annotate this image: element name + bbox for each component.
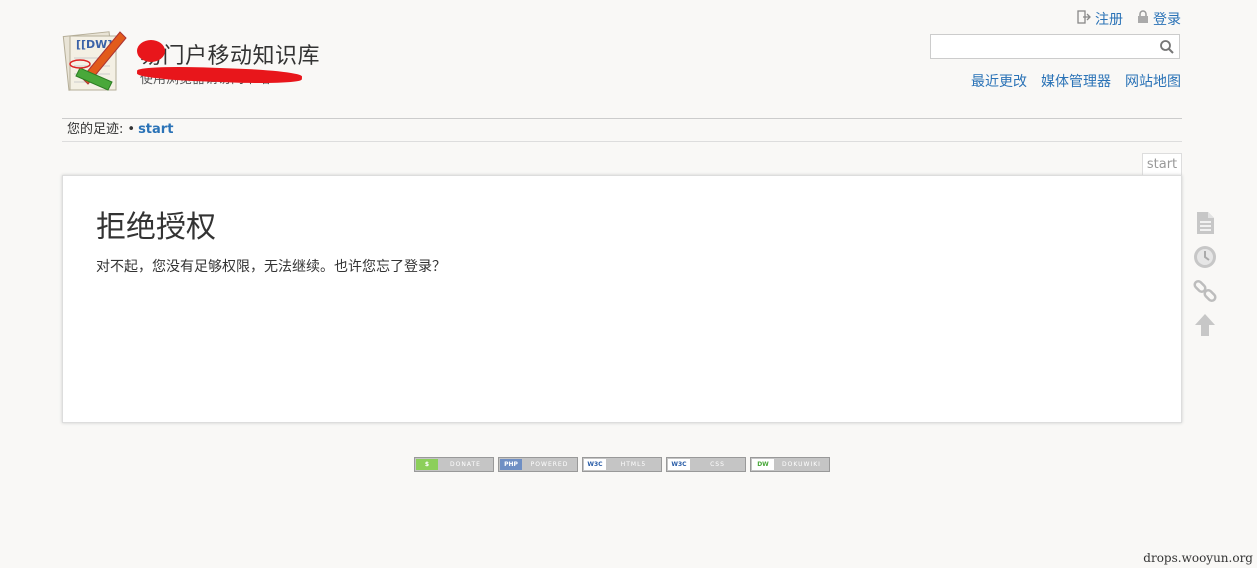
back-to-top-arrow-icon[interactable] xyxy=(1192,312,1218,338)
media-manager-link[interactable]: 媒体管理器 xyxy=(1041,71,1111,91)
css-text: CSS xyxy=(710,461,725,468)
login-link[interactable]: 登录 xyxy=(1137,9,1181,29)
sitemap-link[interactable]: 网站地图 xyxy=(1125,71,1181,91)
user-tools: 注册 登录 xyxy=(1077,9,1181,29)
search-box xyxy=(930,34,1180,59)
donate-badge[interactable]: $ DONATE xyxy=(414,457,494,472)
footer-badges: $ DONATE PHP POWERED W3C HTML5 W3C CSS D… xyxy=(414,457,830,472)
page-id-tab: start xyxy=(1142,153,1182,175)
breadcrumb-item-start[interactable]: start xyxy=(138,122,173,137)
w3c-css-badge[interactable]: W3C CSS xyxy=(666,457,746,472)
backlinks-chain-icon[interactable] xyxy=(1192,278,1218,304)
search-icon[interactable] xyxy=(1159,39,1175,55)
site-title[interactable]: 易门户移动知识库 xyxy=(140,38,320,70)
login-label: 登录 xyxy=(1153,12,1181,28)
dokuwiki-tag: DW xyxy=(752,459,774,470)
breadcrumb-label: 您的足迹: xyxy=(67,122,124,137)
dokuwiki-logo[interactable]: [[DW]] xyxy=(62,28,128,94)
html5-text: HTML5 xyxy=(620,461,647,468)
register-link[interactable]: 注册 xyxy=(1077,9,1123,29)
recent-changes-link[interactable]: 最近更改 xyxy=(971,71,1027,91)
donate-tag: $ xyxy=(416,459,438,470)
dokuwiki-badge[interactable]: DW DOKUWIKI xyxy=(750,457,830,472)
watermark: drops.wooyun.org xyxy=(1143,551,1253,565)
w3c-html-tag: W3C xyxy=(584,459,606,470)
php-text: POWERED xyxy=(530,461,569,468)
search-input[interactable] xyxy=(935,36,1159,59)
lock-icon xyxy=(1137,10,1149,28)
w3c-html5-badge[interactable]: W3C HTML5 xyxy=(582,457,662,472)
old-revisions-clock-icon[interactable] xyxy=(1192,244,1218,270)
page-title: 拒绝授权 xyxy=(96,210,216,245)
redaction-mark xyxy=(137,40,165,62)
site-tools: 最近更改 媒体管理器 网站地图 xyxy=(971,71,1181,91)
register-label: 注册 xyxy=(1095,12,1123,28)
breadcrumb: 您的足迹: • start xyxy=(62,118,1182,142)
permission-denied-message: 对不起，您没有足够权限，无法继续。也许您忘了登录？ xyxy=(96,259,446,275)
donate-text: DONATE xyxy=(450,461,481,468)
breadcrumb-separator: • xyxy=(127,122,136,137)
php-tag: PHP xyxy=(500,459,522,470)
w3c-css-tag: W3C xyxy=(668,459,690,470)
page-content: 拒绝授权 对不起，您没有足够权限，无法继续。也许您忘了登录？ xyxy=(62,175,1182,423)
dokuwiki-text: DOKUWIKI xyxy=(782,461,821,468)
page-tools xyxy=(1191,210,1219,338)
register-icon xyxy=(1077,10,1091,28)
show-page-icon[interactable] xyxy=(1192,210,1218,236)
php-powered-badge[interactable]: PHP POWERED xyxy=(498,457,578,472)
